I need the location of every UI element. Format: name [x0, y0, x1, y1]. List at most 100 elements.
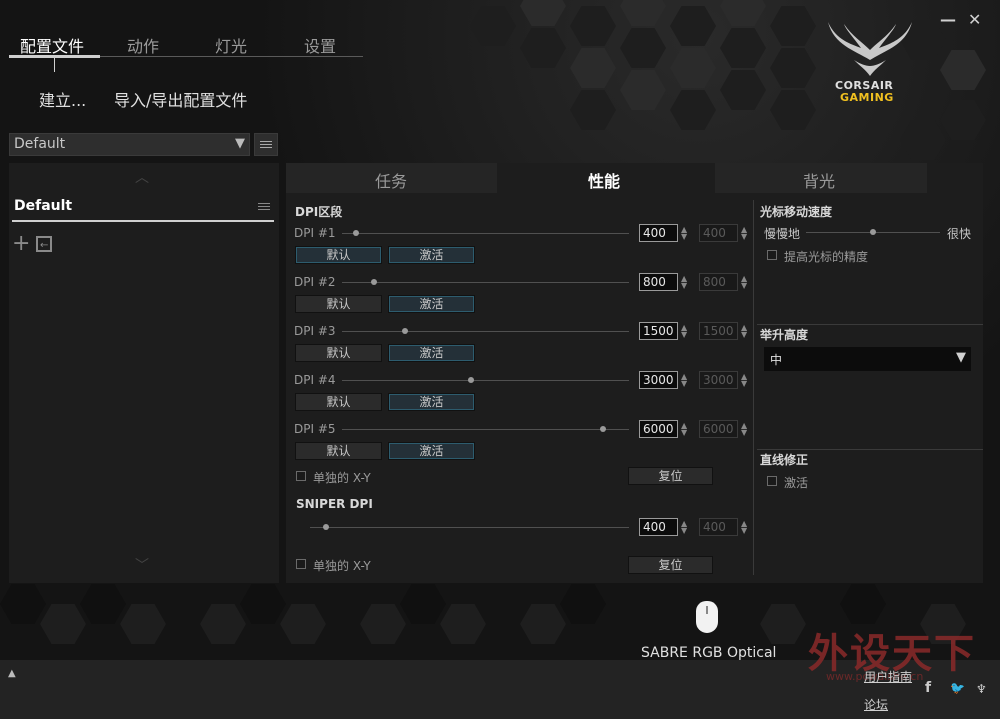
sails-logo-icon: [828, 22, 912, 76]
lift-height-value: 中: [770, 353, 783, 367]
dpi-y-input: 400: [699, 224, 738, 242]
dropdown-arrow-icon: ▼: [956, 350, 966, 365]
chevron-down-icon[interactable]: ﹀: [135, 555, 149, 575]
dpi-slider-track: [342, 233, 629, 234]
nav-profiles[interactable]: 配置文件: [20, 33, 84, 57]
sniper-reset-button[interactable]: 复位: [628, 556, 713, 574]
dpi-x-spinner-icon[interactable]: ▲ ▼: [681, 324, 687, 339]
dpi-x-input[interactable]: 800: [639, 273, 678, 291]
dpi-slider-track: [342, 380, 629, 381]
sniper-y-spinner-icon: ▲ ▼: [741, 519, 748, 535]
brand-line2: GAMING: [840, 91, 894, 104]
angle-snap-title: 直线修正: [760, 453, 809, 467]
dpi-y-input: 6000: [699, 420, 738, 438]
dpi-x-spinner-icon[interactable]: ▲ ▼: [681, 226, 687, 241]
independent-xy-label: 单独的 X-Y: [313, 471, 371, 485]
dpi-y-spinner-icon: ▲ ▼: [741, 274, 748, 290]
dpi-stage-label: DPI #1: [294, 226, 336, 240]
minimize-button[interactable]: —: [940, 10, 956, 29]
dpi-activate-button[interactable]: 激活: [388, 344, 475, 362]
tab-tasks[interactable]: 任务: [375, 168, 407, 192]
angle-snap-checkbox[interactable]: [767, 476, 777, 486]
angle-snap-label: 激活: [784, 476, 809, 490]
dpi-stage-label: DPI #2: [294, 275, 336, 289]
pointer-speed-knob[interactable]: [870, 229, 876, 235]
dpi-activate-button[interactable]: 激活: [388, 393, 475, 411]
sniper-slider-knob[interactable]: [322, 524, 329, 530]
dpi-default-button[interactable]: 默认: [295, 442, 382, 460]
add-icon[interactable]: +: [12, 233, 30, 255]
import-icon[interactable]: ←: [36, 236, 52, 252]
sniper-independent-xy-label: 单独的 X-Y: [313, 559, 371, 573]
dpi-x-input[interactable]: 6000: [639, 420, 678, 438]
user-guide-link[interactable]: 用户指南: [864, 668, 912, 685]
create-profile-link[interactable]: 建立...: [39, 87, 86, 111]
dpi-y-input: 3000: [699, 371, 738, 389]
expand-up-icon[interactable]: ▲: [8, 668, 16, 679]
dpi-x-input[interactable]: 3000: [639, 371, 678, 389]
nav-pointer: [54, 58, 55, 72]
chevron-up-icon[interactable]: ︿: [135, 167, 149, 187]
independent-xy-checkbox[interactable]: [296, 471, 306, 481]
tab-backlight[interactable]: 背光: [803, 168, 835, 192]
forum-link[interactable]: 论坛: [864, 696, 888, 713]
mouse-device-icon[interactable]: [696, 601, 718, 633]
dpi-slider-knob[interactable]: [370, 279, 377, 285]
dpi-reset-button[interactable]: 复位: [628, 467, 713, 485]
settings-panel: [286, 163, 983, 583]
dpi-slider-track: [342, 282, 629, 283]
dpi-x-spinner-icon[interactable]: ▲ ▼: [681, 275, 687, 290]
close-button[interactable]: ✕: [968, 10, 981, 29]
nav-settings[interactable]: 设置: [304, 33, 336, 57]
tab-performance[interactable]: 性能: [588, 168, 620, 192]
dpi-y-input: 800: [699, 273, 738, 291]
pointer-speed-slow-label: 慢慢地: [764, 227, 801, 241]
dpi-y-spinner-icon: ▲ ▼: [741, 372, 748, 388]
dpi-stage-label: DPI #4: [294, 373, 336, 387]
column-divider: [753, 200, 754, 575]
dpi-y-spinner-icon: ▲ ▼: [741, 421, 748, 437]
corsair-small-icon[interactable]: ♆: [976, 682, 987, 696]
dpi-activate-button[interactable]: 激活: [388, 442, 475, 460]
dpi-x-spinner-icon[interactable]: ▲ ▼: [681, 422, 687, 437]
profile-select-value: Default: [14, 136, 66, 152]
dpi-x-spinner-icon[interactable]: ▲ ▼: [681, 373, 687, 388]
dpi-activate-button[interactable]: 激活: [388, 246, 475, 264]
profile-select[interactable]: Default ▼: [9, 133, 250, 156]
dpi-x-input[interactable]: 400: [639, 224, 678, 242]
nav-actions[interactable]: 动作: [127, 33, 159, 57]
sniper-x-input[interactable]: 400: [639, 518, 678, 536]
sniper-y-input: 400: [699, 518, 738, 536]
pointer-speed-title: 光标移动速度: [760, 205, 833, 219]
sniper-x-spinner-icon[interactable]: ▲ ▼: [681, 520, 687, 535]
dpi-y-input: 1500: [699, 322, 738, 340]
profile-menu-button[interactable]: [254, 133, 278, 156]
dpi-y-spinner-icon: ▲ ▼: [741, 323, 748, 339]
lift-height-title: 举升高度: [760, 328, 809, 342]
dpi-default-button[interactable]: 默认: [295, 344, 382, 362]
nav-lighting[interactable]: 灯光: [215, 33, 247, 57]
device-name[interactable]: SABRE RGB Optical: [641, 645, 776, 661]
dpi-default-button[interactable]: 默认: [295, 295, 382, 313]
sniper-title: SNIPER DPI: [296, 497, 373, 511]
sniper-independent-xy-checkbox[interactable]: [296, 559, 306, 569]
pointer-precision-checkbox[interactable]: [767, 250, 777, 260]
dpi-default-button[interactable]: 默认: [295, 246, 382, 264]
dpi-stage-label: DPI #5: [294, 422, 336, 436]
lift-height-select[interactable]: 中 ▼: [764, 347, 971, 371]
import-export-link[interactable]: 导入/导出配置文件: [114, 87, 247, 111]
twitter-icon[interactable]: 🐦: [950, 681, 965, 695]
profile-list-panel: ︿ Default + ← ﹀: [9, 163, 279, 583]
profile-item-label[interactable]: Default: [14, 198, 72, 214]
pointer-speed-fast-label: 很快: [947, 227, 972, 241]
dpi-y-spinner-icon: ▲ ▼: [741, 225, 748, 241]
sniper-slider-track: [310, 527, 629, 528]
profile-item-underline: [12, 220, 274, 222]
dpi-activate-button[interactable]: 激活: [388, 295, 475, 313]
pointer-precision-label: 提高光标的精度: [784, 250, 869, 264]
dpi-x-input[interactable]: 1500: [639, 322, 678, 340]
dpi-stage-label: DPI #3: [294, 324, 336, 338]
divider: [757, 324, 983, 325]
dpi-default-button[interactable]: 默认: [295, 393, 382, 411]
facebook-icon[interactable]: f: [925, 680, 931, 696]
